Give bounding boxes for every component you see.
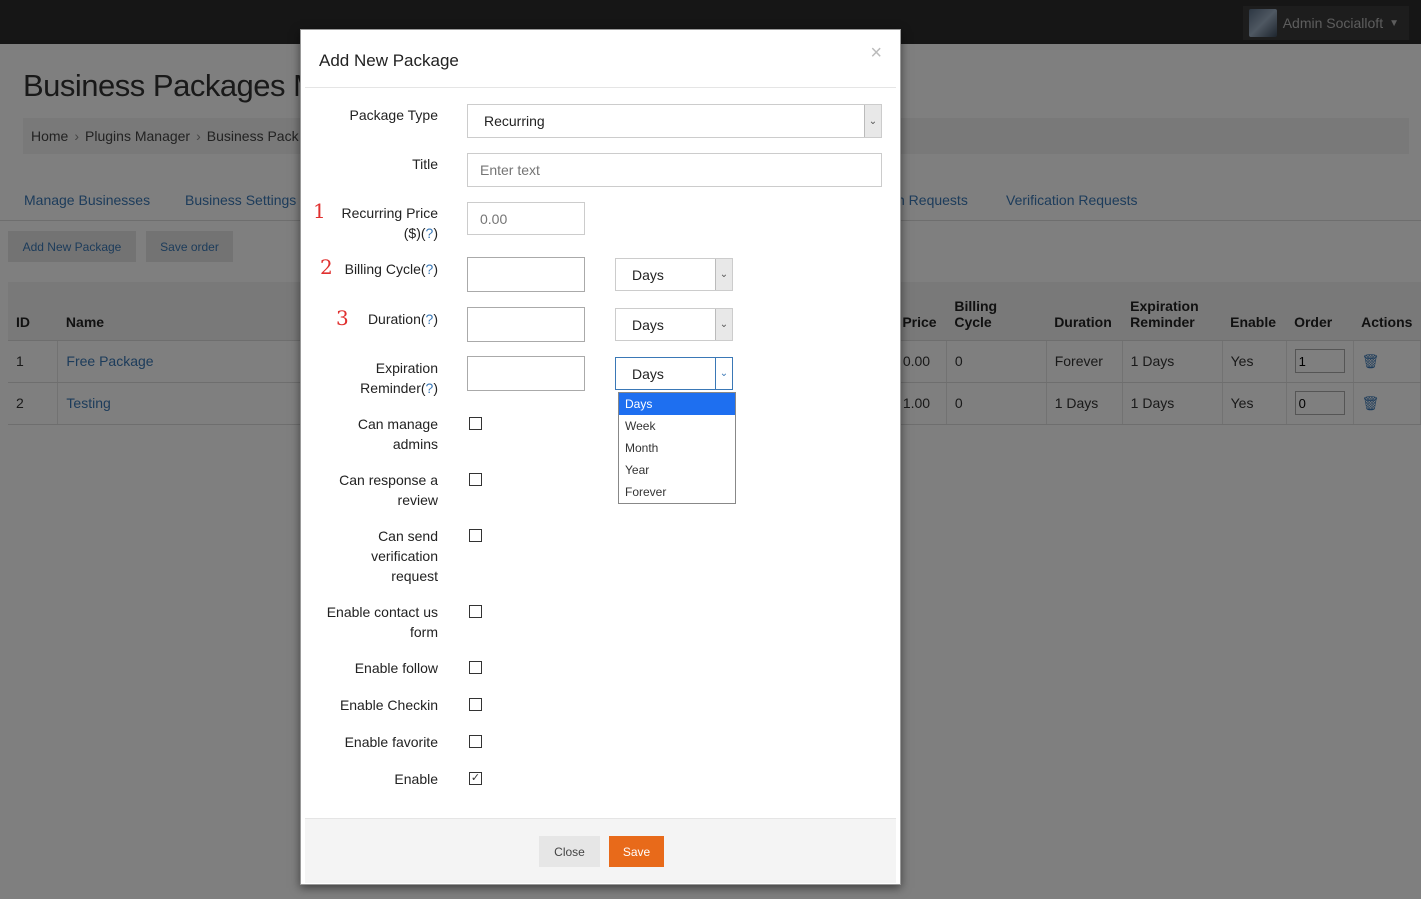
title-label: Title bbox=[412, 156, 438, 172]
expiration-reminder-unit-value: Days bbox=[632, 365, 664, 382]
dropdown-option-month[interactable]: Month bbox=[619, 437, 735, 459]
package-type-select[interactable]: Recurring ⌄ bbox=[467, 104, 882, 138]
modal-header: Add New Package × bbox=[305, 30, 896, 88]
duration-unit-value: Days bbox=[632, 316, 664, 333]
dropdown-option-days[interactable]: Days bbox=[619, 393, 735, 415]
add-package-modal: Add New Package × Package Type Recurring… bbox=[300, 29, 901, 885]
enable-checkin-label: Enable Checkin bbox=[339, 697, 438, 713]
enable-follow-label: Enable follow bbox=[354, 660, 438, 676]
billing-cycle-label-text: Billing Cycle( bbox=[344, 261, 426, 277]
duration-label: Duration(?) bbox=[278, 309, 438, 329]
expiration-reminder-unit-select[interactable]: Days ⌄ bbox=[615, 357, 733, 390]
expiration-reminder-input[interactable] bbox=[467, 356, 585, 391]
checkmark-icon: ✓ bbox=[470, 772, 481, 784]
billing-cycle-unit-select[interactable]: Days ⌄ bbox=[615, 258, 733, 291]
label-paren: ) bbox=[433, 380, 438, 396]
close-button[interactable]: Close bbox=[539, 836, 600, 867]
enable-favorite-label: Enable favorite bbox=[344, 734, 438, 750]
close-icon[interactable]: × bbox=[870, 42, 882, 65]
save-button[interactable]: Save bbox=[609, 836, 664, 867]
label-paren: ) bbox=[433, 261, 438, 277]
modal-footer: Close Save bbox=[305, 818, 896, 883]
label-paren: ) bbox=[433, 225, 438, 241]
recurring-price-label: Recurring Price ($)(?) bbox=[278, 203, 438, 243]
billing-cycle-input[interactable] bbox=[467, 257, 585, 292]
label-line: admins bbox=[392, 436, 438, 452]
chevron-down-icon: ⌄ bbox=[715, 259, 732, 290]
unit-dropdown-list: Days Week Month Year Forever bbox=[618, 392, 736, 504]
enable-contact-form-label: Enable contact us form bbox=[278, 602, 438, 642]
duration-label-text: Duration( bbox=[367, 311, 426, 327]
title-input[interactable] bbox=[467, 153, 882, 187]
expiration-reminder-label-line1: Expiration bbox=[375, 360, 438, 376]
duration-unit-select[interactable]: Days ⌄ bbox=[615, 308, 733, 341]
modal-title: Add New Package bbox=[319, 51, 459, 70]
can-response-review-checkbox[interactable] bbox=[469, 473, 482, 486]
can-response-review-label: Can response a review bbox=[278, 470, 438, 510]
chevron-down-icon: ⌄ bbox=[864, 105, 881, 137]
package-type-value: Recurring bbox=[484, 113, 545, 129]
can-manage-admins-checkbox[interactable] bbox=[469, 417, 482, 430]
expiration-reminder-label-line2: Reminder( bbox=[360, 380, 426, 396]
enable-follow-checkbox[interactable] bbox=[469, 661, 482, 674]
dropdown-option-year[interactable]: Year bbox=[619, 459, 735, 481]
label-line: Can response a bbox=[339, 472, 438, 488]
chevron-down-icon: ⌄ bbox=[715, 309, 732, 340]
label-line: Enable contact us bbox=[326, 604, 438, 620]
enable-favorite-checkbox[interactable] bbox=[469, 735, 482, 748]
duration-input[interactable] bbox=[467, 307, 585, 342]
enable-checkbox[interactable]: ✓ bbox=[469, 772, 482, 785]
can-send-verification-label: Can send verification request bbox=[278, 526, 438, 586]
label-paren: ) bbox=[433, 311, 438, 327]
enable-checkin-checkbox[interactable] bbox=[469, 698, 482, 711]
recurring-price-label-line1: Recurring Price bbox=[341, 205, 438, 221]
enable-label: Enable bbox=[394, 771, 438, 787]
label-line: request bbox=[391, 568, 438, 584]
label-line: form bbox=[410, 624, 438, 640]
dropdown-option-forever[interactable]: Forever bbox=[619, 481, 735, 503]
label-line: Can send bbox=[378, 528, 438, 544]
recurring-price-label-line2: ($)( bbox=[403, 225, 426, 241]
label-line: Can manage bbox=[357, 416, 438, 432]
recurring-price-input[interactable] bbox=[467, 202, 585, 235]
modal-content: Add New Package × Package Type Recurring… bbox=[305, 30, 896, 883]
expiration-reminder-label: Expiration Reminder(?) bbox=[278, 358, 438, 398]
billing-cycle-label: Billing Cycle(?) bbox=[278, 259, 438, 279]
package-type-label: Package Type bbox=[349, 107, 438, 123]
can-manage-admins-label: Can manage admins bbox=[278, 414, 438, 454]
can-send-verification-checkbox[interactable] bbox=[469, 529, 482, 542]
dropdown-option-week[interactable]: Week bbox=[619, 415, 735, 437]
billing-cycle-unit-value: Days bbox=[632, 266, 664, 283]
label-line: verification bbox=[371, 548, 438, 564]
enable-contact-form-checkbox[interactable] bbox=[469, 605, 482, 618]
label-line: review bbox=[397, 492, 438, 508]
chevron-down-icon: ⌄ bbox=[715, 358, 732, 389]
